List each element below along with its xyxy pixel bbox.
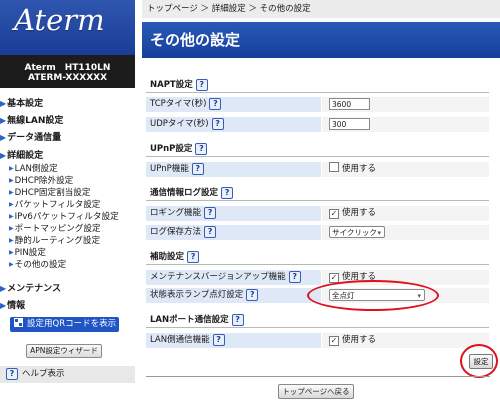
nav-dhcp-exclude[interactable]: ▶DHCP除外設定 — [9, 174, 73, 186]
udp-timer-input[interactable]: 300 — [329, 118, 370, 130]
help-icon: ? — [6, 367, 18, 380]
breadcrumb: トップページ ＞ 詳細設定 ＞ その他の設定 — [142, 0, 500, 18]
divider — [146, 376, 490, 377]
nav-port-mapping[interactable]: ▶ポートマッピング設定 — [9, 222, 101, 234]
tcp-timer-label: TCPタイマ(秒)? — [146, 97, 321, 112]
row-update: メンテナンスバージョンアップ機能? ✓ 使用する — [146, 270, 489, 285]
arrow-right-icon: ▶ — [9, 165, 14, 172]
nav-packet-filter[interactable]: ▶パケットフィルタ設定 — [9, 198, 100, 210]
arrow-right-icon: ▶ — [9, 225, 14, 232]
back-to-top-button[interactable]: トップページへ戻る — [278, 384, 354, 399]
section-napt: NAPT設定? — [146, 78, 489, 93]
model-info: Aterm HT110LN ATERM-XXXXXX — [0, 55, 135, 88]
arrow-right-icon: ▶ — [0, 133, 7, 142]
section-lanport: LANポート通信設定? — [146, 313, 489, 328]
device-id: ATERM-XXXXXX — [27, 73, 108, 83]
upnp-label: UPnP機能? — [146, 162, 321, 177]
aterm-logo: Aterm — [14, 3, 105, 37]
checkmark-icon: ✓ — [329, 209, 339, 219]
row-log-method: ログ保存方法? サイクリック ▾ — [146, 225, 489, 240]
help-icon[interactable]: ? — [204, 225, 217, 238]
help-icon[interactable]: ? — [195, 78, 208, 91]
show-qr-code-button[interactable]: 設定用QRコードを表示 — [10, 317, 119, 332]
help-icon[interactable]: ? — [209, 97, 222, 110]
section-log: 通信情報ログ設定? — [146, 186, 489, 201]
highlight-ellipse-lamp — [307, 280, 439, 311]
arrow-right-icon: ▶ — [9, 189, 14, 196]
checkbox-unchecked-icon — [329, 162, 339, 172]
log-method-select[interactable]: サイクリック ▾ — [329, 226, 385, 238]
help-icon[interactable]: ? — [288, 270, 301, 283]
logging-label: ロギング機能? — [146, 206, 321, 221]
row-lan-comm: LAN側通信機能? ✓ 使用する — [146, 333, 489, 348]
log-method-cell: サイクリック ▾ — [322, 225, 489, 240]
lan-comm-checkbox[interactable]: ✓ 使用する — [329, 333, 376, 348]
apn-wizard-button[interactable]: APN設定ウィザード — [26, 344, 102, 358]
nav-other[interactable]: ▶その他の設定 — [9, 258, 66, 270]
arrow-right-icon: ▶ — [0, 284, 7, 293]
row-tcp-timer: TCPタイマ(秒)? 3600 — [146, 97, 489, 112]
logging-checkbox[interactable]: ✓ 使用する — [329, 206, 376, 221]
nav-wireless[interactable]: ▶無線LAN設定 — [0, 113, 63, 126]
arrow-right-icon: ▶ — [9, 201, 14, 208]
nav-maintenance[interactable]: ▶メンテナンス — [0, 281, 61, 294]
update-label: メンテナンスバージョンアップ機能? — [146, 270, 321, 285]
arrow-right-icon: ▶ — [9, 249, 14, 256]
arrow-right-icon: ▶ — [9, 177, 14, 184]
help-icon[interactable]: ? — [212, 333, 225, 346]
udp-timer-label: UDPタイマ(秒)? — [146, 117, 321, 132]
page-title: その他の設定 — [142, 22, 500, 58]
row-logging: ロギング機能? ✓ 使用する — [146, 206, 489, 221]
section-upnp: UPnP設定? — [146, 142, 489, 157]
chevron-down-icon: ▾ — [377, 229, 381, 237]
model-name: Aterm HT110LN — [24, 63, 111, 73]
help-icon[interactable]: ? — [195, 142, 208, 155]
nav-lan[interactable]: ▶LAN側設定 — [9, 162, 58, 174]
arrow-right-icon: ▶ — [0, 99, 7, 108]
nav-static-routing[interactable]: ▶静的ルーティング設定 — [9, 234, 100, 246]
help-icon[interactable]: ? — [187, 250, 200, 263]
lan-comm-label: LAN側通信機能? — [146, 333, 321, 348]
nav-detail[interactable]: ▶詳細設定 — [0, 148, 43, 161]
lan-comm-cell: ✓ 使用する — [322, 333, 489, 348]
tcp-timer-cell: 3600 — [322, 97, 489, 112]
help-icon[interactable]: ? — [191, 162, 204, 175]
nav-ipv6-filter[interactable]: ▶IPv6パケットフィルタ設定 — [9, 210, 119, 222]
help-icon[interactable]: ? — [246, 288, 259, 301]
nav-data-usage[interactable]: ▶データ通信量 — [0, 130, 61, 143]
main-content: トップページ ＞ 詳細設定 ＞ その他の設定 その他の設定 NAPT設定? TC… — [142, 0, 500, 419]
arrow-right-icon: ▶ — [9, 261, 14, 268]
nav-dhcp-fixed[interactable]: ▶DHCP固定割当設定 — [9, 186, 90, 198]
sidebar: Aterm Aterm HT110LN ATERM-XXXXXX ▶基本設定 ▶… — [0, 0, 135, 419]
upnp-checkbox[interactable]: 使用する — [329, 162, 376, 177]
arrow-right-icon: ▶ — [0, 301, 7, 310]
lamp-label: 状態表示ランプ点灯設定? — [146, 288, 321, 303]
row-udp-timer: UDPタイマ(秒)? 300 — [146, 117, 489, 132]
help-icon[interactable]: ? — [204, 206, 217, 219]
log-method-label: ログ保存方法? — [146, 225, 321, 240]
arrow-down-icon: ▶ — [0, 151, 7, 160]
arrow-right-icon: ▶ — [9, 213, 14, 220]
nav-info[interactable]: ▶情報 — [0, 298, 25, 311]
help-icon[interactable]: ? — [221, 186, 234, 199]
logo-band: Aterm — [0, 0, 135, 55]
section-assist: 補助設定? — [146, 250, 489, 265]
tcp-timer-input[interactable]: 3600 — [329, 98, 370, 110]
arrow-right-icon: ▶ — [0, 116, 7, 125]
apply-button[interactable]: 設定 — [469, 354, 493, 369]
qr-code-icon — [14, 318, 23, 327]
nav-basic[interactable]: ▶基本設定 — [0, 96, 43, 109]
row-upnp: UPnP機能? 使用する — [146, 162, 489, 177]
arrow-right-icon: ▶ — [9, 237, 14, 244]
udp-timer-cell: 300 — [322, 117, 489, 132]
help-icon[interactable]: ? — [211, 117, 224, 130]
upnp-cell: 使用する — [322, 162, 489, 177]
nav-pin[interactable]: ▶PIN設定 — [9, 246, 46, 258]
help-icon[interactable]: ? — [231, 313, 244, 326]
logging-cell: ✓ 使用する — [322, 206, 489, 221]
help-display-link[interactable]: ? ヘルプ表示 — [0, 366, 135, 383]
checkmark-icon: ✓ — [329, 336, 339, 346]
